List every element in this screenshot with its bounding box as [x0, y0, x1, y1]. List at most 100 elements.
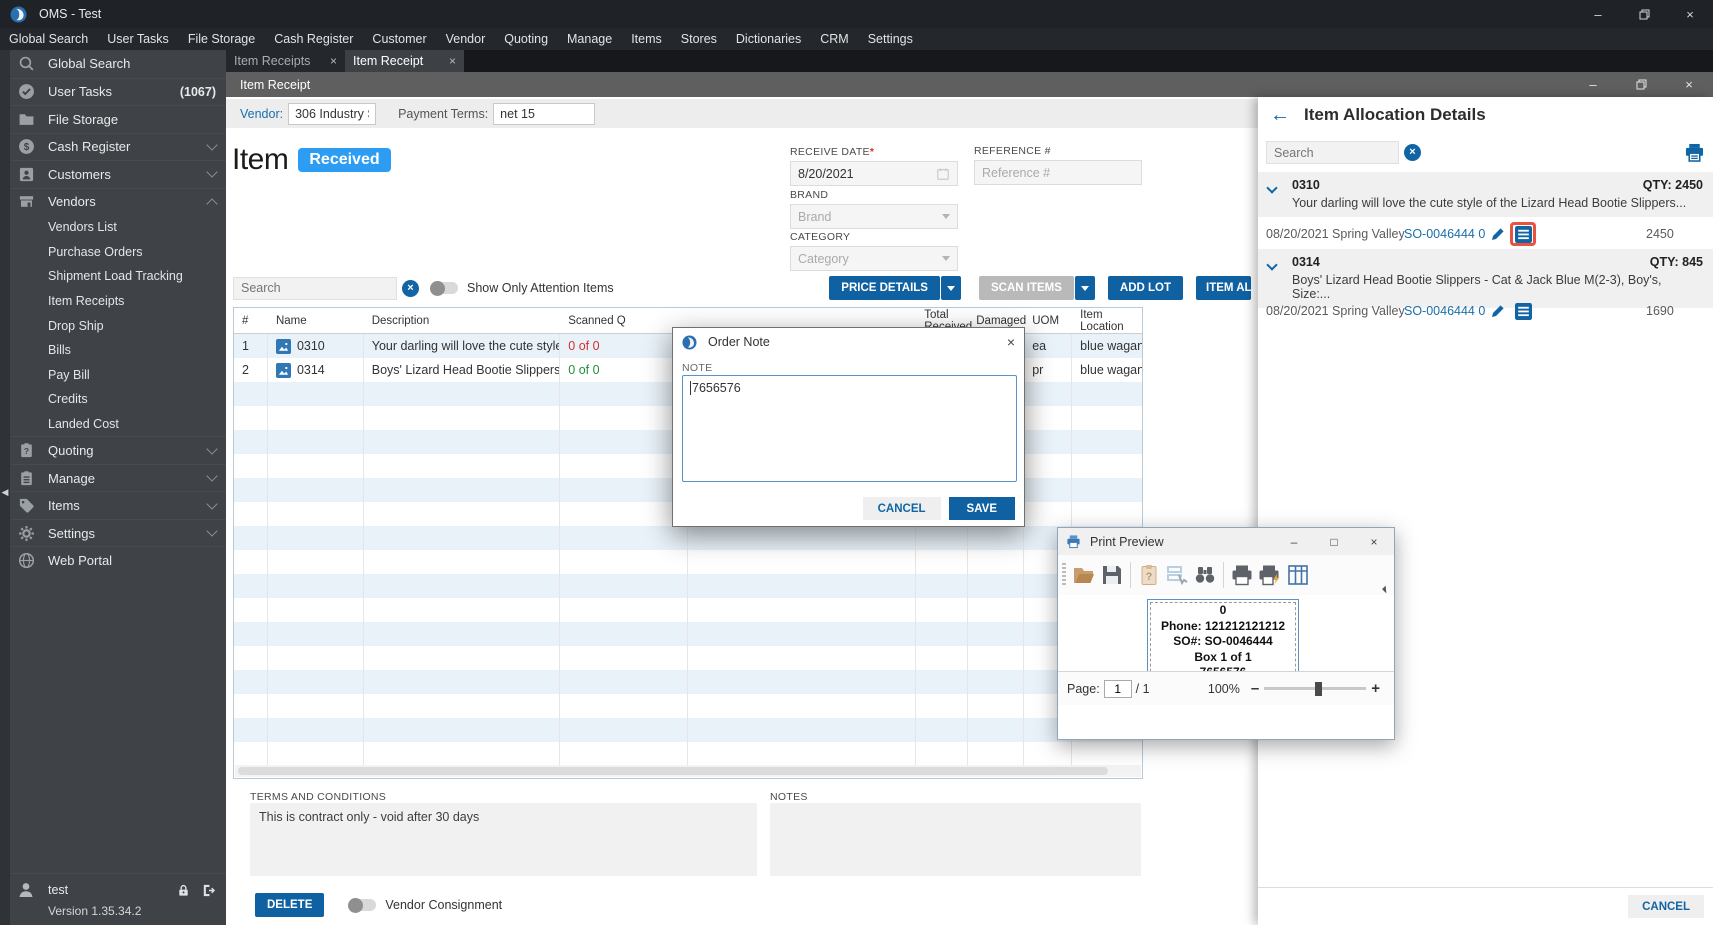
clear-search-icon[interactable]: ×	[402, 279, 419, 297]
panel-close-icon[interactable]: ×	[1665, 72, 1713, 97]
find-binoculars-icon[interactable]	[1191, 561, 1219, 589]
sidebar-item-quoting[interactable]: ? Quoting	[10, 436, 226, 464]
allocation-clear-search-icon[interactable]: ×	[1404, 144, 1421, 161]
menu-item-settings[interactable]: Settings	[868, 32, 913, 46]
back-arrow-icon[interactable]: ←	[1270, 105, 1290, 125]
menu-item-vendor[interactable]: Vendor	[446, 32, 486, 46]
tab-close-icon[interactable]: ×	[449, 54, 456, 68]
category-select[interactable]: Category	[790, 246, 958, 271]
menu-item-quoting[interactable]: Quoting	[504, 32, 548, 46]
column-header-#[interactable]: #	[234, 308, 268, 333]
tab-item-receipt[interactable]: Item Receipt ×	[345, 50, 464, 72]
order-note-cancel-button[interactable]: CANCEL	[862, 497, 941, 520]
pp-minimize-icon[interactable]: –	[1274, 528, 1314, 555]
sidebar-item-cash-register[interactable]: $ Cash Register	[10, 132, 226, 161]
column-header-description[interactable]: Description	[364, 308, 560, 333]
scan-items-dropdown-button[interactable]	[1074, 276, 1095, 300]
open-file-icon[interactable]	[1070, 561, 1098, 589]
receive-date-input[interactable]: 8/20/2021	[790, 161, 958, 186]
sidebar-item-customers[interactable]: Customers	[10, 160, 226, 188]
menu-item-file-storage[interactable]: File Storage	[188, 32, 255, 46]
sidebar-subitem-credits[interactable]: Credits	[10, 387, 226, 412]
sidebar-collapse-icon[interactable]: ◀	[0, 487, 10, 497]
sidebar-item-file-storage[interactable]: File Storage	[10, 105, 226, 133]
menu-item-global-search[interactable]: Global Search	[9, 32, 88, 46]
zoom-out-icon[interactable]: –	[1246, 680, 1264, 697]
reference-input[interactable]: Reference #	[974, 160, 1142, 185]
note-icon-highlight-box[interactable]	[1510, 222, 1536, 246]
sidebar-item-settings[interactable]: Settings	[10, 518, 226, 547]
price-details-button[interactable]: PRICE DETAILS	[829, 276, 940, 300]
toolbar-overflow-icon[interactable]	[1382, 585, 1390, 594]
pp-maximize-icon[interactable]: □	[1314, 528, 1354, 555]
chevron-down-icon[interactable]	[1266, 259, 1278, 271]
menu-item-customer[interactable]: Customer	[372, 32, 426, 46]
column-header-item-location[interactable]: Item Location	[1072, 308, 1142, 334]
allocation-group[interactable]: 0310 QTY: 2450 Your darling will love the …	[1258, 172, 1713, 217]
allocation-row[interactable]: 08/20/2021 Spring Valley SO-0046444 0 1690	[1258, 296, 1713, 326]
zoom-in-icon[interactable]: +	[1366, 680, 1385, 697]
panel-minimize-icon[interactable]: –	[1569, 72, 1617, 97]
zoom-slider-handle[interactable]	[1315, 681, 1323, 696]
sidebar-subitem-item-receipts[interactable]: Item Receipts	[10, 289, 226, 314]
lock-icon[interactable]	[176, 883, 191, 898]
so-number-link[interactable]: SO-0046444 0	[1404, 227, 1485, 241]
menu-item-dictionaries[interactable]: Dictionaries	[736, 32, 801, 46]
sidebar-item-user-tasks[interactable]: User Tasks (1067)	[10, 77, 226, 106]
column-header-name[interactable]: Name	[268, 308, 364, 333]
table-horizontal-scrollbar[interactable]	[235, 765, 1141, 777]
pp-close-icon[interactable]: ×	[1354, 528, 1394, 555]
dialog-close-icon[interactable]: ×	[1007, 334, 1015, 350]
order-note-icon[interactable]	[1514, 302, 1532, 320]
items-search-input[interactable]	[233, 276, 397, 300]
brand-select[interactable]: Brand	[790, 204, 958, 229]
add-lot-button[interactable]: ADD LOT	[1107, 276, 1183, 300]
scan-items-button[interactable]: SCAN ITEMS	[978, 276, 1074, 300]
print-icon[interactable]	[1228, 561, 1256, 589]
payment-terms-input[interactable]	[493, 102, 596, 125]
column-header-uom[interactable]: UOM	[1024, 308, 1072, 333]
delete-button[interactable]: DELETE	[255, 893, 325, 917]
price-details-dropdown-button[interactable]	[940, 276, 961, 300]
edit-pencil-icon[interactable]	[1490, 303, 1506, 319]
restore-icon[interactable]	[1621, 0, 1667, 28]
minimize-icon[interactable]: –	[1575, 0, 1621, 28]
toolbar-grip[interactable]	[1062, 563, 1066, 587]
notes-textarea[interactable]	[770, 803, 1141, 876]
menu-item-items[interactable]: Items	[631, 32, 662, 46]
terms-textarea[interactable]: This is contract only - void after 30 da…	[250, 803, 757, 876]
sidebar-item-manage[interactable]: Manage	[10, 463, 226, 492]
sidebar-subitem-bills[interactable]: Bills	[10, 338, 226, 363]
page-select-icon[interactable]	[1163, 561, 1191, 589]
sidebar-subitem-shipment-load-tracking[interactable]: Shipment Load Tracking	[10, 264, 226, 289]
chevron-down-icon[interactable]	[1266, 182, 1278, 194]
quick-print-icon[interactable]	[1256, 561, 1284, 589]
sidebar-subitem-pay-bill[interactable]: Pay Bill	[10, 363, 226, 388]
column-header-scanned-q[interactable]: Scanned Q	[560, 308, 688, 333]
menu-item-user-tasks[interactable]: User Tasks	[107, 32, 169, 46]
save-icon[interactable]	[1098, 561, 1126, 589]
order-note-icon[interactable]	[1514, 225, 1532, 243]
allocation-row[interactable]: 08/20/2021 Spring Valley SO-0046444 0 2450	[1258, 219, 1713, 249]
sidebar-subitem-vendors-list[interactable]: Vendors List	[10, 215, 226, 240]
table-grid-icon[interactable]	[1284, 561, 1312, 589]
page-number-input[interactable]	[1103, 679, 1132, 698]
tab-item-receipts[interactable]: Item Receipts ×	[226, 50, 345, 72]
zoom-slider[interactable]	[1264, 681, 1367, 696]
sidebar-subitem-landed-cost[interactable]: Landed Cost	[10, 412, 226, 437]
sidebar-subitem-purchase-orders[interactable]: Purchase Orders	[10, 240, 226, 265]
sidebar-subitem-drop-ship[interactable]: Drop Ship	[10, 313, 226, 338]
menu-item-crm[interactable]: CRM	[820, 32, 848, 46]
vendor-consignment-toggle[interactable]	[348, 897, 377, 913]
close-icon[interactable]: ×	[1667, 0, 1713, 28]
sidebar-item-global-search[interactable]: Global Search	[10, 50, 226, 78]
sidebar-item-web-portal[interactable]: Web Portal	[10, 546, 226, 574]
sidebar-item-items[interactable]: Items	[10, 491, 226, 519]
panel-restore-icon[interactable]	[1617, 72, 1665, 97]
order-note-save-button[interactable]: SAVE	[948, 497, 1015, 520]
allocation-cancel-button[interactable]: CANCEL	[1628, 895, 1704, 918]
menu-item-manage[interactable]: Manage	[567, 32, 612, 46]
attention-items-toggle[interactable]	[430, 280, 458, 296]
note-icon-box[interactable]	[1510, 299, 1536, 323]
so-number-link[interactable]: SO-0046444 0	[1404, 304, 1485, 318]
